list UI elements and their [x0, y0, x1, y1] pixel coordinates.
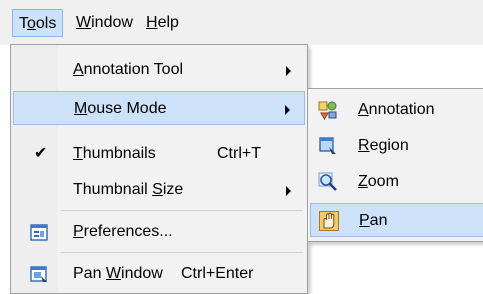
submenu-item-zoom[interactable]: Zoom — [310, 165, 483, 199]
menu-item-label: Thumbnail Size — [73, 181, 184, 198]
menu-bar: Tools Window Help — [0, 0, 483, 45]
submenu-item-label: Zoom — [358, 173, 399, 190]
submenu-item-pan[interactable]: Pan — [310, 203, 483, 237]
tools-menu: Annotation Tool Mouse Mode ✔ Thumbnails … — [10, 44, 308, 294]
menu-tools-label-pre: T — [19, 15, 27, 32]
submenu-arrow-icon — [286, 66, 291, 76]
submenu-item-label: Annotation — [358, 101, 435, 118]
menu-tools[interactable]: Tools — [12, 9, 64, 37]
menu-item-label: Annotation Tool — [73, 61, 184, 78]
pan-hand-icon — [319, 211, 339, 231]
menu-separator — [61, 210, 303, 211]
submenu-item-annotation[interactable]: Annotation — [310, 93, 483, 127]
shortcut-text: Ctrl+T — [217, 145, 261, 162]
shortcut-text: Ctrl+Enter — [181, 265, 254, 282]
menu-tools-label-post: ols — [35, 15, 57, 32]
menu-window[interactable]: Window — [70, 9, 139, 37]
menu-item-label: Pan Window — [73, 265, 163, 282]
menu-help-label-post: elp — [157, 14, 179, 31]
submenu-item-label: Region — [358, 137, 409, 154]
menu-item-annotation-tool[interactable]: Annotation Tool — [13, 53, 305, 87]
region-icon — [319, 137, 336, 154]
submenu-arrow-icon — [286, 186, 291, 196]
menu-separator — [61, 252, 303, 253]
mouse-mode-submenu: Annotation Region Zoom Pan — [307, 88, 483, 242]
submenu-arrow-icon — [285, 105, 290, 115]
menu-item-label: Mouse Mode — [74, 100, 167, 117]
menu-item-mouse-mode[interactable]: Mouse Mode — [13, 91, 305, 125]
submenu-item-label: Pan — [359, 212, 388, 229]
menu-help-mnemonic: H — [146, 14, 158, 31]
menu-item-thumbnails[interactable]: ✔ Thumbnails Ctrl+T — [13, 137, 305, 171]
preferences-icon — [30, 224, 48, 241]
menu-tools-mnemonic: o — [27, 15, 36, 32]
menu-item-pan-window[interactable]: Pan Window Ctrl+Enter — [13, 257, 305, 291]
menu-item-label: Thumbnails — [73, 145, 156, 162]
pan-window-icon — [30, 266, 47, 282]
zoom-icon — [318, 172, 337, 191]
submenu-item-region[interactable]: Region — [310, 129, 483, 163]
menu-help[interactable]: Help — [140, 9, 185, 37]
menu-item-thumbnail-size[interactable]: Thumbnail Size — [13, 173, 305, 207]
menu-window-label-post: indow — [91, 14, 133, 31]
annotation-icon — [318, 101, 337, 120]
checkmark-icon: ✔ — [34, 145, 48, 162]
menu-item-label: Preferences... — [73, 223, 173, 240]
menu-item-preferences[interactable]: Preferences... — [13, 215, 305, 249]
menu-window-mnemonic: W — [76, 14, 92, 31]
